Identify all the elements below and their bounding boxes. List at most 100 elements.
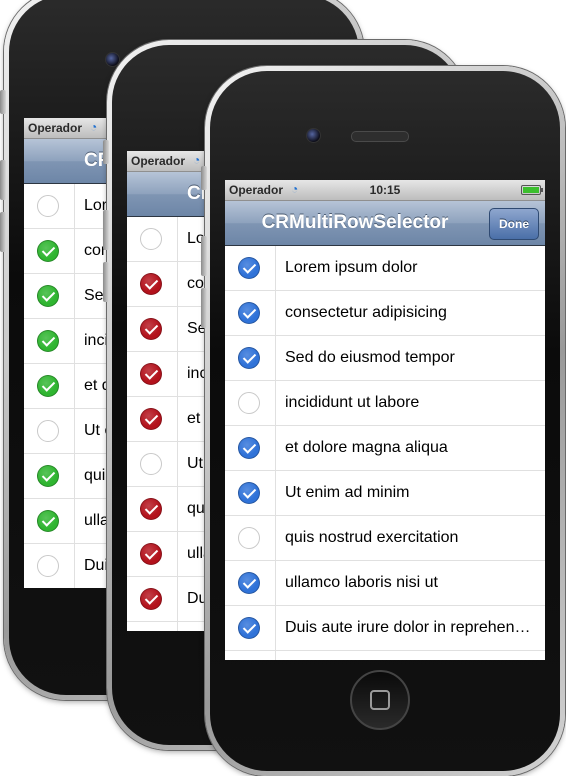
checkmark-selected-icon[interactable] xyxy=(37,285,59,307)
mute-switch[interactable] xyxy=(0,90,6,114)
checkmark-selected-icon[interactable] xyxy=(238,437,260,459)
checkmark-selected-icon[interactable] xyxy=(238,257,260,279)
list-item[interactable]: in voluptate velit esse cillum xyxy=(225,651,545,660)
volume-up-button[interactable] xyxy=(103,210,109,250)
checkmark-selected-icon[interactable] xyxy=(37,465,59,487)
checkmark-selected-icon[interactable] xyxy=(140,588,162,610)
status-time: 10:15 xyxy=(369,183,401,197)
wifi-icon: ◔ xyxy=(90,120,98,134)
list-item[interactable]: Duis aute irure dolor in reprehenderit xyxy=(225,606,545,651)
list-item-label: Duis aute irure dolor in reprehenderit xyxy=(285,619,539,636)
row-divider xyxy=(177,307,178,351)
checkmark-selected-icon[interactable] xyxy=(238,347,260,369)
row-divider xyxy=(275,381,276,425)
checkmark-selected-icon[interactable] xyxy=(140,273,162,295)
row-divider xyxy=(275,291,276,335)
list-item-label: consectetur adipisicing xyxy=(285,304,447,321)
checkmark-empty-icon[interactable] xyxy=(37,420,59,442)
volume-up-button[interactable] xyxy=(0,160,6,200)
volume-down-button[interactable] xyxy=(201,288,207,328)
list-item-label: Lorem ipsum dolor xyxy=(285,259,418,276)
checkmark-selected-icon[interactable] xyxy=(140,318,162,340)
carrier-name: Operador xyxy=(28,121,83,135)
list-item[interactable]: consectetur adipisicing xyxy=(225,291,545,336)
list-item[interactable]: et dolore magna aliqua xyxy=(225,426,545,471)
list-item-label: ullamco laboris nisi ut xyxy=(285,574,438,591)
row-divider xyxy=(275,471,276,515)
home-square-icon xyxy=(370,690,390,710)
row-divider xyxy=(74,319,75,363)
row-divider xyxy=(177,622,178,631)
row-divider xyxy=(177,487,178,531)
row-divider xyxy=(275,516,276,560)
checkmark-selected-icon[interactable] xyxy=(238,482,260,504)
checkmark-selected-icon[interactable] xyxy=(140,543,162,565)
list-item-label: Ut enim ad minim xyxy=(285,484,410,501)
list-item[interactable]: quis nostrud exercitation xyxy=(225,516,545,561)
checkmark-selected-icon[interactable] xyxy=(37,240,59,262)
carrier-name: Operador xyxy=(131,154,186,168)
battery-icon xyxy=(521,185,543,195)
row-divider xyxy=(74,184,75,228)
row-divider xyxy=(177,397,178,441)
checkmark-empty-icon[interactable] xyxy=(238,527,260,549)
row-divider xyxy=(74,544,75,588)
list-item-label: quis nostrud exercitation xyxy=(285,529,459,546)
row-divider xyxy=(275,606,276,650)
row-divider xyxy=(275,651,276,660)
wifi-icon: ◔ xyxy=(193,153,201,167)
device-face: Operador ◔ 10:15 CRMultiRowSelector Done Lore… xyxy=(210,71,560,771)
checkmark-empty-icon[interactable] xyxy=(37,555,59,577)
iphone-device: Operador ◔ 10:15 CRMultiRowSelector Done Lore… xyxy=(201,66,565,776)
row-divider xyxy=(74,499,75,543)
status-bar: Operador ◔ 10:15 xyxy=(225,180,545,201)
checkmark-selected-icon[interactable] xyxy=(140,363,162,385)
volume-up-button[interactable] xyxy=(201,236,207,276)
checkmark-selected-icon[interactable] xyxy=(37,330,59,352)
list-item[interactable]: ullamco laboris nisi ut xyxy=(225,561,545,606)
row-divider xyxy=(74,454,75,498)
done-button[interactable]: Done xyxy=(489,208,539,240)
checkmark-empty-icon[interactable] xyxy=(140,453,162,475)
home-button[interactable] xyxy=(350,670,410,730)
row-divider xyxy=(74,229,75,273)
checkmark-empty-icon[interactable] xyxy=(238,392,260,414)
mute-switch[interactable] xyxy=(103,140,109,164)
list-item-label: Sed do eiusmod tempor xyxy=(285,349,455,366)
row-divider xyxy=(177,352,178,396)
list-item[interactable]: Lorem ipsum dolor xyxy=(225,246,545,291)
checkmark-selected-icon[interactable] xyxy=(140,498,162,520)
row-divider xyxy=(275,336,276,380)
selection-list: Lorem ipsum dolor consectetur adipisicing… xyxy=(225,246,545,660)
checkmark-empty-icon[interactable] xyxy=(37,195,59,217)
row-divider xyxy=(275,246,276,290)
mute-switch[interactable] xyxy=(201,166,207,190)
list-item[interactable]: incididunt ut labore xyxy=(225,381,545,426)
volume-down-button[interactable] xyxy=(103,262,109,302)
row-divider xyxy=(74,364,75,408)
list-item[interactable]: Ut enim ad minim xyxy=(225,471,545,516)
earpiece-speaker xyxy=(351,131,409,142)
list-item[interactable]: Sed do eiusmod tempor xyxy=(225,336,545,381)
list-item-label: et dolore magna aliqua xyxy=(285,439,448,456)
list-item-label: incididunt ut labore xyxy=(285,394,420,411)
checkmark-selected-icon[interactable] xyxy=(37,375,59,397)
device-screen: Operador ◔ 10:15 CRMultiRowSelector Done Lore… xyxy=(225,180,545,660)
volume-down-button[interactable] xyxy=(0,212,6,252)
checkmark-empty-icon[interactable] xyxy=(140,228,162,250)
row-divider xyxy=(275,561,276,605)
checkmark-selected-icon[interactable] xyxy=(238,572,260,594)
row-divider xyxy=(177,442,178,486)
page-title: CRMultiRowSelector xyxy=(261,212,449,233)
row-divider xyxy=(177,532,178,576)
checkmark-selected-icon[interactable] xyxy=(37,510,59,532)
row-divider xyxy=(275,426,276,470)
row-divider xyxy=(74,274,75,318)
row-divider xyxy=(74,409,75,453)
row-divider xyxy=(177,217,178,261)
checkmark-selected-icon[interactable] xyxy=(238,302,260,324)
navigation-bar: CRMultiRowSelector Done xyxy=(225,201,545,246)
checkmark-selected-icon[interactable] xyxy=(238,617,260,639)
row-divider xyxy=(177,262,178,306)
checkmark-selected-icon[interactable] xyxy=(140,408,162,430)
